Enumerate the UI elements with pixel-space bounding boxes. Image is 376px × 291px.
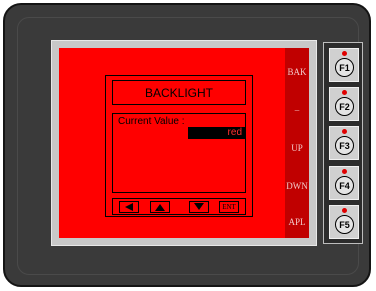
f1-label: F1 — [335, 58, 354, 77]
down-arrow-icon — [194, 203, 204, 210]
function-key-column: F1 F2 F3 F4 F5 — [323, 42, 363, 244]
left-arrow-icon — [125, 203, 133, 211]
function-key-f4[interactable]: F4 — [329, 166, 359, 200]
softkey-back[interactable]: BAK — [285, 59, 309, 85]
key-led-icon — [342, 169, 347, 174]
nav-enter-button[interactable]: ENT — [219, 201, 239, 213]
f2-label: F2 — [335, 97, 354, 116]
function-key-f5[interactable]: F5 — [329, 205, 359, 239]
lcd-screen: BACKLIGHT Current Value : red ENT BAK – … — [59, 48, 309, 238]
enter-label: ENT — [222, 202, 236, 211]
softkey-down[interactable]: DWN — [285, 173, 309, 199]
key-led-icon — [342, 90, 347, 95]
function-key-f1[interactable]: F1 — [329, 48, 359, 82]
softkey-apply[interactable]: APL — [285, 209, 309, 235]
key-led-icon — [342, 208, 347, 213]
function-key-f3[interactable]: F3 — [329, 126, 359, 160]
softkey-column: BAK – UP DWN APL — [285, 48, 309, 238]
f3-label: F3 — [335, 136, 354, 155]
key-led-icon — [342, 51, 347, 56]
current-value-label: Current Value : — [118, 116, 185, 127]
f5-label: F5 — [335, 215, 354, 234]
function-key-f2[interactable]: F2 — [329, 87, 359, 121]
current-value-field[interactable]: red — [188, 127, 246, 139]
nav-down-button[interactable] — [189, 201, 209, 213]
backlight-dialog: BACKLIGHT Current Value : red ENT — [105, 75, 253, 217]
dialog-body: Current Value : red — [112, 113, 246, 193]
nav-left-button[interactable] — [119, 201, 139, 213]
dialog-title: BACKLIGHT — [112, 80, 246, 105]
f4-label: F4 — [335, 176, 354, 195]
up-arrow-icon — [155, 204, 165, 211]
softkey-up[interactable]: UP — [285, 135, 309, 161]
nav-up-button[interactable] — [150, 201, 170, 213]
dialog-nav-bar: ENT — [112, 198, 246, 215]
softkey-blank[interactable]: – — [285, 97, 309, 123]
key-led-icon — [342, 129, 347, 134]
